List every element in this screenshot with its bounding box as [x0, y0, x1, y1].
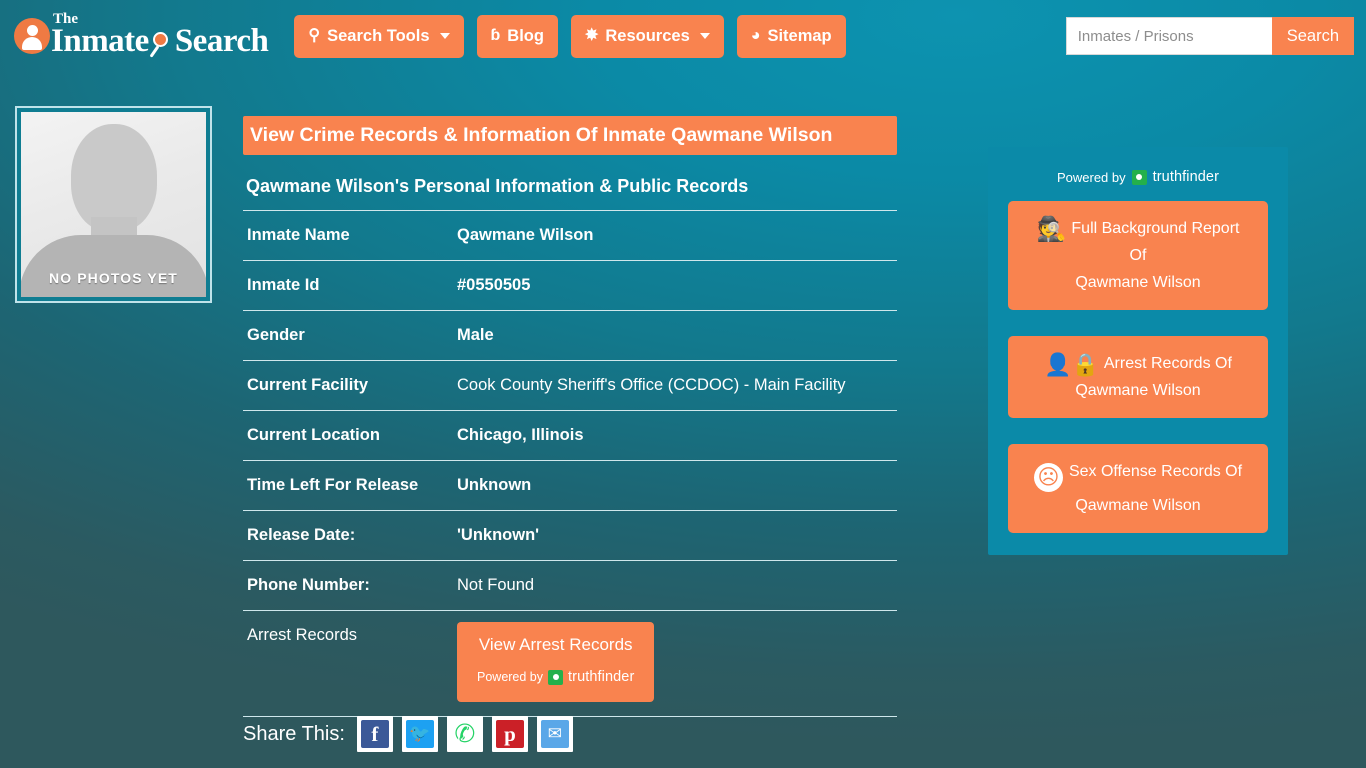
- logo-search-text: Search: [174, 23, 269, 59]
- spy-icon: 🕵: [1036, 216, 1067, 243]
- share-twitter-button[interactable]: 🐦: [401, 716, 438, 752]
- row-key: Current Facility: [247, 376, 369, 394]
- table-row-arrest-records: Arrest Records View Arrest Records Power…: [243, 610, 897, 717]
- full-background-report-button[interactable]: 🕵 Full Background Report Of Qawmane Wilso…: [1008, 201, 1268, 310]
- table-row: Phone Number: Not Found: [243, 560, 897, 611]
- sex-offense-records-button[interactable]: ☹ Sex Offense Records Of Qawmane Wilson: [1008, 444, 1268, 533]
- button-line-1: Sex Offense Records Of: [1068, 463, 1243, 480]
- view-arrest-records-button[interactable]: View Arrest Records Powered by truthfind…: [457, 622, 655, 702]
- truthfinder-brand-text: truthfinder: [568, 669, 635, 685]
- search-button[interactable]: Search: [1271, 17, 1354, 55]
- row-value: View Arrest Records Powered by truthfind…: [453, 611, 897, 717]
- button-line-1: Arrest Records Of: [1103, 355, 1232, 372]
- table-row: Inmate Name Qawmane Wilson: [243, 210, 897, 261]
- logo-the-text: The: [53, 11, 79, 27]
- table-row: Release Date: 'Unknown': [243, 510, 897, 561]
- arrest-records-button[interactable]: 👤🔒 Arrest Records Of Qawmane Wilson: [1008, 336, 1268, 418]
- share-pinterest-button[interactable]: p: [491, 716, 528, 752]
- person-lock-icon: 👤🔒: [1044, 352, 1099, 377]
- row-value: Cook County Sheriff's Office (CCDOC) - M…: [457, 376, 846, 394]
- share-whatsapp-button[interactable]: ✆: [446, 716, 483, 752]
- row-value: Chicago, Illinois: [457, 426, 584, 444]
- magnifier-icon: [149, 30, 175, 58]
- magnifier-icon: ⚲: [308, 27, 321, 44]
- rss-icon: ◕: [750, 27, 761, 44]
- share-label: Share This:: [243, 722, 345, 745]
- row-key: Time Left For Release: [247, 476, 419, 494]
- nav-label: Sitemap: [767, 26, 832, 45]
- site-header: The Inmate Search ⚲ Search Tools ɓ Blog …: [0, 0, 1366, 72]
- sidebar-powered-by: Powered by truthfinder: [1008, 169, 1268, 185]
- table-row: Current Location Chicago, Illinois: [243, 410, 897, 461]
- row-value: Male: [457, 326, 494, 344]
- button-line-3: Qawmane Wilson: [1075, 274, 1201, 291]
- row-key: Release Date:: [247, 526, 356, 544]
- nav-label: Search Tools: [327, 26, 430, 45]
- button-line-2: Of: [1129, 247, 1147, 264]
- powered-by-truthfinder: Powered by truthfinder: [477, 663, 634, 691]
- logo-text: The Inmate Search: [51, 11, 269, 59]
- row-key: Phone Number:: [247, 576, 370, 594]
- photo-placeholder-image: NO PHOTOS YET: [21, 112, 206, 297]
- chevron-down-icon: [439, 33, 450, 39]
- row-value: Unknown: [457, 476, 532, 494]
- table-row: Time Left For Release Unknown: [243, 460, 897, 511]
- button-line-1: Full Background Report: [1071, 220, 1240, 237]
- page-title: View Crime Records & Information Of Inma…: [243, 116, 897, 155]
- blogger-icon: ɓ: [490, 27, 501, 44]
- truthfinder-logo-icon: [548, 669, 564, 685]
- facebook-icon: f: [360, 720, 389, 748]
- truthfinder-sidebar: Powered by truthfinder 🕵 Full Background …: [988, 147, 1288, 555]
- truthfinder-brand-text: truthfinder: [1152, 169, 1220, 185]
- button-line-2: Qawmane Wilson: [1075, 382, 1201, 399]
- row-value: Not Found: [457, 576, 535, 594]
- person-badge-icon: [14, 18, 50, 54]
- leaf-icon: ✸: [584, 27, 599, 44]
- chevron-down-icon: [699, 33, 710, 39]
- powered-by-text: Powered by: [477, 670, 544, 684]
- angry-face-icon: ☹: [1033, 463, 1063, 492]
- inmate-photo-card: NO PHOTOS YET: [15, 106, 212, 303]
- twitter-icon: 🐦: [405, 720, 434, 748]
- share-email-button[interactable]: ✉: [536, 716, 573, 752]
- photo-caption: NO PHOTOS YET: [49, 270, 178, 286]
- powered-by-text: Powered by: [1056, 169, 1126, 185]
- table-row: Inmate Id #0550505: [243, 260, 897, 311]
- table-row: Current Facility Cook County Sheriff's O…: [243, 360, 897, 411]
- row-value: #0550505: [457, 276, 531, 294]
- row-key: Inmate Name: [247, 226, 350, 244]
- button-label: View Arrest Records: [478, 635, 633, 654]
- share-facebook-button[interactable]: f: [356, 716, 393, 752]
- nav-label: Blog: [507, 26, 544, 45]
- row-value: Qawmane Wilson: [457, 226, 594, 244]
- nav-search-tools-button[interactable]: ⚲ Search Tools: [294, 14, 464, 58]
- inmate-info-table: Inmate Name Qawmane Wilson Inmate Id #05…: [243, 210, 897, 717]
- search-input[interactable]: [1065, 17, 1272, 55]
- nav-sitemap-button[interactable]: ◕ Sitemap: [736, 14, 846, 58]
- header-search: Search: [1065, 17, 1354, 55]
- share-bar: Share This: f 🐦 ✆ p ✉: [243, 716, 582, 752]
- silhouette-body: [21, 235, 206, 297]
- table-row: Gender Male: [243, 310, 897, 361]
- main-content: View Crime Records & Information Of Inma…: [243, 116, 897, 717]
- nav-label: Resources: [605, 26, 690, 45]
- row-key: Inmate Id: [247, 276, 320, 294]
- whatsapp-icon: ✆: [450, 720, 479, 748]
- truthfinder-logo-icon: [1131, 169, 1147, 185]
- row-key: Gender: [247, 326, 305, 344]
- section-subtitle: Qawmane Wilson's Personal Information & …: [246, 176, 749, 196]
- silhouette-head: [70, 124, 157, 232]
- email-icon: ✉: [540, 720, 569, 748]
- button-line-2: Qawmane Wilson: [1075, 497, 1201, 514]
- row-key: Arrest Records: [247, 626, 358, 644]
- nav-blog-button[interactable]: ɓ Blog: [476, 14, 558, 58]
- nav-resources-button[interactable]: ✸ Resources: [570, 14, 724, 58]
- row-value: 'Unknown': [457, 526, 540, 544]
- site-logo[interactable]: The Inmate Search: [14, 11, 269, 59]
- pinterest-icon: p: [495, 720, 524, 748]
- row-key: Current Location: [247, 426, 380, 444]
